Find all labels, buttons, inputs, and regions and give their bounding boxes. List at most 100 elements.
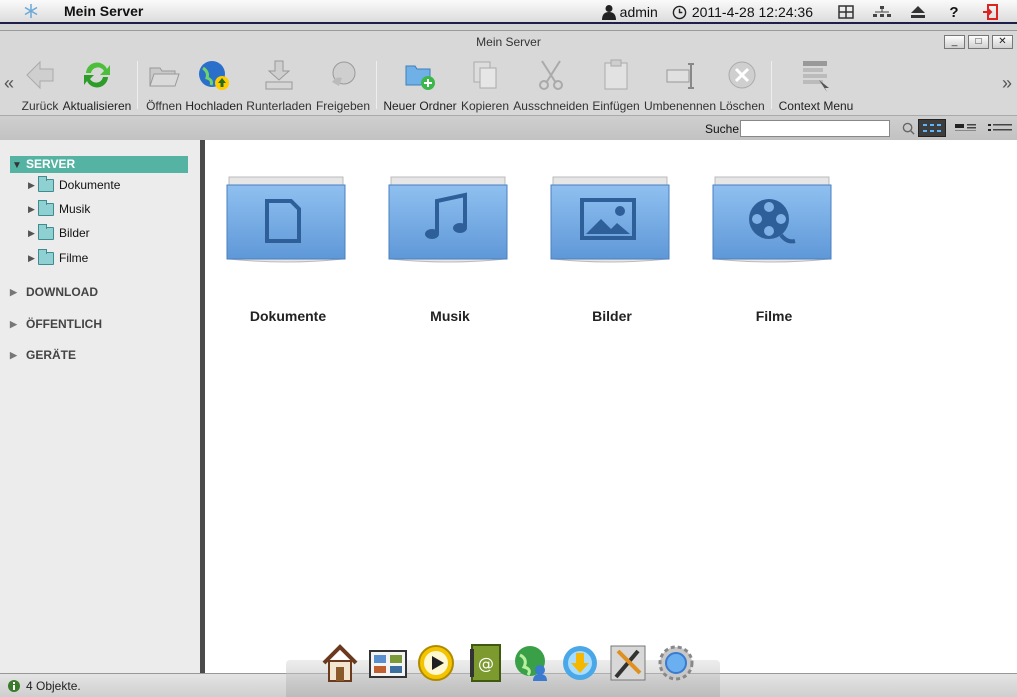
upload-globe-icon <box>199 61 229 90</box>
share-button[interactable]: Freigeben <box>314 56 372 113</box>
snowflake-logo-icon[interactable] <box>20 3 42 19</box>
rename-button[interactable]: Umbenennen <box>642 56 718 113</box>
window-title: Mein Server <box>476 35 541 49</box>
copy-icon <box>473 61 497 89</box>
folder-dokumente[interactable]: Dokumente <box>225 167 355 324</box>
sidebar-section-oeffentlich[interactable]: ▶ ÖFFENTLICH <box>10 317 102 331</box>
section-label: DOWNLOAD <box>26 285 98 299</box>
thumbnail-view-icon <box>923 124 941 132</box>
minimize-button[interactable]: _ <box>944 35 965 49</box>
close-button[interactable]: ✕ <box>992 35 1013 49</box>
photo-album-icon[interactable] <box>367 642 409 684</box>
new-folder-button[interactable]: Neuer Ordner <box>382 56 458 113</box>
cut-label: Ausschneiden <box>513 99 589 113</box>
collapsed-triangle-icon[interactable]: ▶ <box>28 228 38 239</box>
maximize-button[interactable]: □ <box>968 35 989 49</box>
grid-icon[interactable] <box>833 1 859 23</box>
scroll-right-button[interactable]: » <box>1002 73 1012 94</box>
paste-label: Einfügen <box>592 99 640 113</box>
folder-icon <box>38 175 54 192</box>
delete-button[interactable]: Löschen <box>718 56 766 113</box>
refresh-button[interactable]: Aktualisieren <box>62 56 132 113</box>
collapsed-triangle-icon[interactable]: ▶ <box>10 287 26 298</box>
collapsed-triangle-icon[interactable]: ▶ <box>10 350 26 361</box>
settings-gear-icon[interactable] <box>655 642 697 684</box>
folder-content-area: Dokumente Musik Bilder Filme <box>205 140 1017 673</box>
toolbar: « » Zurück Aktualisieren Öffnen Hochlade… <box>0 53 1017 113</box>
folder-name: Bilder <box>592 308 632 324</box>
clock-icon <box>672 5 687 19</box>
media-player-icon[interactable] <box>415 642 457 684</box>
top-bar: Mein Server admin 2011-4-28 12:24:36 ? <box>0 0 1017 24</box>
icon-view-button[interactable] <box>918 119 946 137</box>
paste-button[interactable]: Einfügen <box>592 56 640 113</box>
user-menu[interactable]: admin <box>601 4 658 20</box>
share-label: Freigeben <box>315 99 371 113</box>
tree-root-label: SERVER <box>26 157 76 171</box>
open-label: Öffnen <box>146 99 182 113</box>
upload-button[interactable]: Hochladen <box>184 56 244 113</box>
back-label: Zurück <box>21 99 59 113</box>
folder-icon <box>388 176 508 263</box>
list-view-button[interactable] <box>986 119 1014 137</box>
copy-button[interactable]: Kopieren <box>460 56 510 113</box>
home-icon[interactable] <box>319 642 361 684</box>
tree-item-musik[interactable]: ▶ Musik <box>28 199 90 219</box>
open-button[interactable]: Öffnen <box>144 56 184 113</box>
tree-item-dokumente[interactable]: ▶ Dokumente <box>28 175 120 195</box>
tree-item-label: Dokumente <box>59 178 121 192</box>
network-icon[interactable] <box>869 1 895 23</box>
folder-icon <box>550 176 670 263</box>
collapsed-triangle-icon[interactable]: ▶ <box>28 204 38 215</box>
refresh-label: Aktualisieren <box>62 99 132 113</box>
tree-root-server[interactable]: ▼ SERVER <box>10 156 188 173</box>
download-button[interactable]: Runterladen <box>246 56 312 113</box>
web-user-icon[interactable] <box>511 642 553 684</box>
collapsed-triangle-icon[interactable]: ▶ <box>10 319 26 330</box>
search-label: Suche <box>705 122 740 136</box>
scroll-left-button[interactable]: « <box>4 73 14 94</box>
new-folder-label: Neuer Ordner <box>383 99 457 113</box>
datetime: 2011-4-28 12:24:36 <box>691 4 813 20</box>
eject-icon[interactable] <box>905 1 931 23</box>
collapsed-triangle-icon[interactable]: ▶ <box>28 180 38 191</box>
folder-icon <box>38 223 54 240</box>
context-menu-label: Context Menu <box>778 99 854 113</box>
folder-icon <box>712 176 832 263</box>
cut-button[interactable]: Ausschneiden <box>512 56 590 113</box>
tree-item-bilder[interactable]: ▶ Bilder <box>28 223 90 243</box>
scissors-icon <box>539 60 563 90</box>
back-arrow-icon <box>26 60 54 90</box>
user-name: admin <box>619 4 658 20</box>
download-label: Runterladen <box>246 99 312 113</box>
detail-view-button[interactable] <box>952 119 980 137</box>
tree-item-label: Musik <box>59 202 91 216</box>
detail-view-icon <box>955 124 976 131</box>
sidebar-section-download[interactable]: ▶ DOWNLOAD <box>10 285 98 299</box>
tree-item-label: Bilder <box>59 226 90 240</box>
collapsed-triangle-icon[interactable]: ▶ <box>28 253 38 264</box>
section-label: ÖFFENTLICH <box>26 317 102 331</box>
folder-filme[interactable]: Filme <box>711 167 841 324</box>
folder-bilder[interactable]: Bilder <box>549 167 679 324</box>
folder-musik[interactable]: Musik <box>387 167 517 324</box>
user-icon <box>601 5 616 20</box>
rename-icon <box>666 63 694 89</box>
help-icon[interactable]: ? <box>941 1 967 23</box>
search-input[interactable] <box>740 120 890 137</box>
address-book-icon[interactable]: @ <box>465 642 507 684</box>
share-icon <box>332 61 356 86</box>
clock: 2011-4-28 12:24:36 <box>672 4 813 20</box>
expanded-triangle-icon[interactable]: ▼ <box>12 157 22 174</box>
download-station-icon[interactable] <box>559 642 601 684</box>
tools-icon[interactable] <box>607 642 649 684</box>
app-title: Mein Server <box>64 3 144 19</box>
delete-icon <box>728 61 756 89</box>
tree-item-filme[interactable]: ▶ Filme <box>28 248 88 268</box>
context-menu-icon <box>803 61 829 92</box>
folder-icon <box>38 248 54 265</box>
sidebar-section-geraete[interactable]: ▶ GERÄTE <box>10 348 76 362</box>
context-menu-button[interactable]: Context Menu <box>776 56 856 113</box>
back-button[interactable]: Zurück <box>20 56 60 113</box>
logout-icon[interactable] <box>977 1 1003 23</box>
